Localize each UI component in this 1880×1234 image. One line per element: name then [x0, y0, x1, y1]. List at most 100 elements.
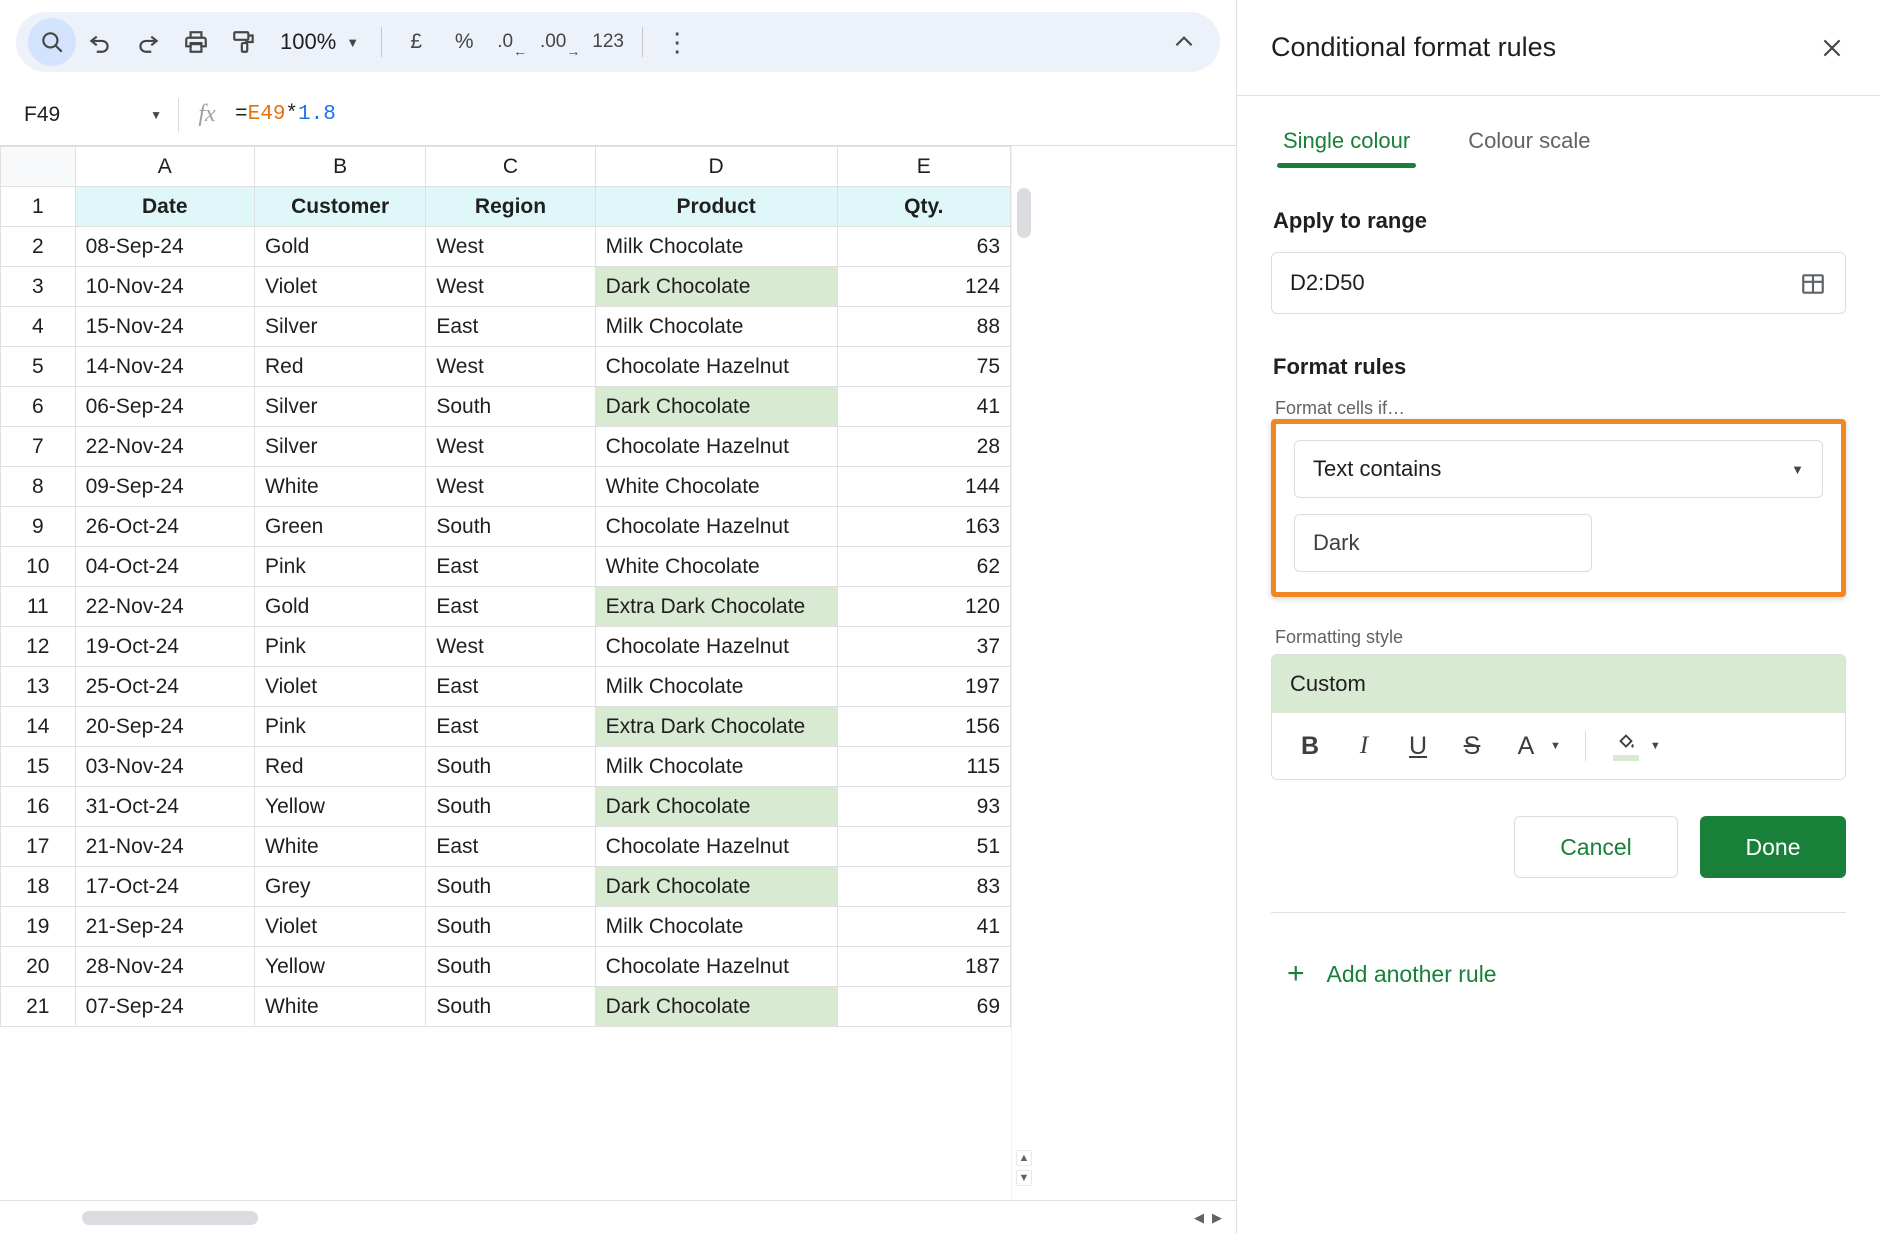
- cell-qty[interactable]: 75: [836, 346, 1012, 387]
- cell-product[interactable]: Milk Chocolate: [594, 666, 838, 707]
- cell-qty[interactable]: 124: [836, 266, 1012, 307]
- cell-qty[interactable]: 144: [836, 466, 1012, 507]
- cell-date[interactable]: 21-Nov-24: [74, 826, 255, 867]
- cell-product[interactable]: Milk Chocolate: [594, 906, 838, 947]
- scroll-right-arrow-icon[interactable]: ▶: [1212, 1210, 1222, 1226]
- cell-customer[interactable]: Pink: [253, 626, 427, 667]
- redo-button[interactable]: [124, 18, 172, 66]
- cell-product[interactable]: Dark Chocolate: [594, 786, 838, 827]
- print-button[interactable]: [172, 18, 220, 66]
- cell-qty[interactable]: 197: [836, 666, 1012, 707]
- cell-customer[interactable]: Silver: [253, 306, 427, 347]
- column-header-c[interactable]: C: [425, 146, 596, 187]
- cell-customer[interactable]: Violet: [253, 906, 427, 947]
- cell-qty[interactable]: 93: [836, 786, 1012, 827]
- row-header[interactable]: 9: [0, 506, 76, 547]
- cell-qty[interactable]: 51: [836, 826, 1012, 867]
- condition-type-select[interactable]: Text contains ▼: [1294, 440, 1823, 498]
- cell-region[interactable]: West: [425, 266, 596, 307]
- currency-format-button[interactable]: £: [392, 18, 440, 66]
- cell-date[interactable]: 06-Sep-24: [74, 386, 255, 427]
- cell-date[interactable]: 25-Oct-24: [74, 666, 255, 707]
- apply-to-range-field[interactable]: D2:D50: [1271, 252, 1846, 314]
- cell-qty[interactable]: 120: [836, 586, 1012, 627]
- row-header[interactable]: 18: [0, 866, 76, 907]
- row-header[interactable]: 14: [0, 706, 76, 747]
- cell-date[interactable]: 08-Sep-24: [74, 226, 255, 267]
- cell-customer[interactable]: Silver: [253, 386, 427, 427]
- cell-region[interactable]: East: [425, 826, 596, 867]
- cell-region[interactable]: South: [425, 946, 596, 987]
- cell-date[interactable]: 20-Sep-24: [74, 706, 255, 747]
- scroll-down-arrow-icon[interactable]: ▼: [1016, 1170, 1032, 1186]
- cell-product[interactable]: Chocolate Hazelnut: [594, 826, 838, 867]
- row-header[interactable]: 13: [0, 666, 76, 707]
- cell-qty[interactable]: 187: [836, 946, 1012, 987]
- style-preview[interactable]: Custom: [1272, 655, 1845, 713]
- cell-region[interactable]: East: [425, 586, 596, 627]
- cell-product[interactable]: Chocolate Hazelnut: [594, 946, 838, 987]
- cell-qty[interactable]: 63: [836, 226, 1012, 267]
- cell-date[interactable]: 21-Sep-24: [74, 906, 255, 947]
- close-panel-button[interactable]: [1810, 26, 1854, 70]
- cell-product[interactable]: Dark Chocolate: [594, 266, 838, 307]
- horizontal-scroll-thumb[interactable]: [82, 1210, 258, 1225]
- cell-qty[interactable]: 28: [836, 426, 1012, 467]
- collapse-toolbar-button[interactable]: [1160, 18, 1208, 66]
- cell-date[interactable]: 26-Oct-24: [74, 506, 255, 547]
- cell-customer[interactable]: Pink: [253, 706, 427, 747]
- horizontal-scrollbar[interactable]: ◀ ▶: [0, 1200, 1236, 1234]
- cell-date[interactable]: 22-Nov-24: [74, 586, 255, 627]
- row-header[interactable]: 12: [0, 626, 76, 667]
- fill-colour-button[interactable]: ▼: [1602, 722, 1669, 770]
- formula-input[interactable]: =E49*1.8: [235, 103, 1236, 126]
- row-header[interactable]: 17: [0, 826, 76, 867]
- row-header[interactable]: 10: [0, 546, 76, 587]
- cell-date[interactable]: 07-Sep-24: [74, 986, 255, 1027]
- cell-product[interactable]: Milk Chocolate: [594, 306, 838, 347]
- cell-date[interactable]: 03-Nov-24: [74, 746, 255, 787]
- done-button[interactable]: Done: [1700, 816, 1846, 878]
- bold-button[interactable]: B: [1286, 722, 1334, 770]
- more-options-button[interactable]: ⋮: [653, 18, 701, 66]
- tab-single-colour[interactable]: Single colour: [1277, 118, 1417, 168]
- cell-date[interactable]: 04-Oct-24: [74, 546, 255, 587]
- row-header[interactable]: 21: [0, 986, 76, 1027]
- cell-region[interactable]: South: [425, 386, 596, 427]
- cell-region[interactable]: South: [425, 906, 596, 947]
- vertical-scrollbar[interactable]: ▲ ▼: [1011, 146, 1035, 1234]
- cell-region[interactable]: East: [425, 546, 596, 587]
- cell-customer[interactable]: Violet: [253, 266, 427, 307]
- cell-region[interactable]: South: [425, 506, 596, 547]
- cell-product[interactable]: Extra Dark Chocolate: [594, 586, 838, 627]
- column-header-a[interactable]: A: [74, 146, 255, 187]
- cell-product[interactable]: Chocolate Hazelnut: [594, 346, 838, 387]
- header-cell-qty[interactable]: Qty.: [836, 186, 1012, 227]
- cell-qty[interactable]: 41: [836, 386, 1012, 427]
- condition-text-input[interactable]: Dark: [1294, 514, 1592, 572]
- cell-region[interactable]: West: [425, 346, 596, 387]
- cell-customer[interactable]: Green: [253, 506, 427, 547]
- cell-region[interactable]: South: [425, 786, 596, 827]
- row-header-1[interactable]: 1: [0, 186, 76, 227]
- cell-region[interactable]: South: [425, 986, 596, 1027]
- cell-customer[interactable]: Grey: [253, 866, 427, 907]
- cell-qty[interactable]: 62: [836, 546, 1012, 587]
- row-header[interactable]: 5: [0, 346, 76, 387]
- cell-qty[interactable]: 88: [836, 306, 1012, 347]
- row-header[interactable]: 6: [0, 386, 76, 427]
- cell-product[interactable]: Dark Chocolate: [594, 986, 838, 1027]
- cell-region[interactable]: East: [425, 306, 596, 347]
- cell-customer[interactable]: Gold: [253, 226, 427, 267]
- number-format-button[interactable]: 123: [584, 18, 632, 66]
- cell-product[interactable]: Chocolate Hazelnut: [594, 426, 838, 467]
- cell-date[interactable]: 28-Nov-24: [74, 946, 255, 987]
- cell-region[interactable]: West: [425, 426, 596, 467]
- grid-select-icon[interactable]: [1799, 271, 1827, 295]
- strikethrough-button[interactable]: S: [1448, 722, 1496, 770]
- cell-customer[interactable]: Red: [253, 346, 427, 387]
- cell-date[interactable]: 19-Oct-24: [74, 626, 255, 667]
- header-cell-product[interactable]: Product: [594, 186, 838, 227]
- cell-date[interactable]: 09-Sep-24: [74, 466, 255, 507]
- cell-product[interactable]: Dark Chocolate: [594, 386, 838, 427]
